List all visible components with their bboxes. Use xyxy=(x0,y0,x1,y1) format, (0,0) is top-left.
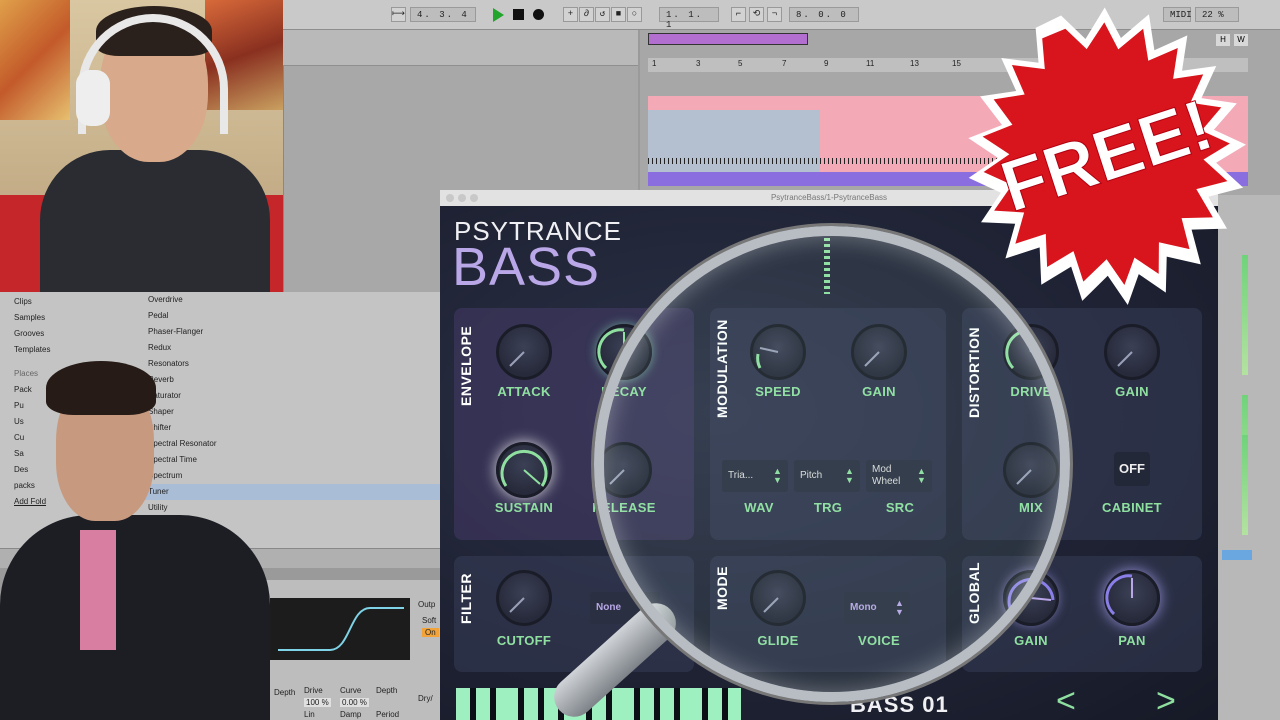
device-label: Outp xyxy=(418,600,436,609)
song-position[interactable]: 4. 3. 4 xyxy=(410,7,476,22)
punch-in-icon[interactable]: ⌐ xyxy=(731,7,746,22)
automation-arm-icon[interactable]: ∂ xyxy=(579,7,594,22)
drive-value[interactable]: 100 % xyxy=(304,698,331,707)
device-label: Dry/ xyxy=(418,694,433,703)
black-key[interactable] xyxy=(490,688,496,720)
black-key[interactable] xyxy=(538,688,544,720)
black-key[interactable] xyxy=(634,688,640,720)
plugin-title-big: BASS xyxy=(452,237,601,297)
ruler-mark: 5 xyxy=(738,59,743,68)
device-label: Soft xyxy=(422,616,437,625)
metronome-icon[interactable]: ○ xyxy=(627,7,642,22)
black-key[interactable] xyxy=(654,688,660,720)
device-label: Curve xyxy=(340,686,362,695)
device-label: Depth xyxy=(274,688,296,697)
device-label: Period xyxy=(376,710,400,719)
curve-display xyxy=(270,598,410,660)
attack-knob[interactable] xyxy=(496,324,552,380)
free-badge: FREE! xyxy=(968,7,1246,305)
device-label: Damp xyxy=(340,710,362,719)
presenter-hair xyxy=(46,361,156,415)
stop-button[interactable] xyxy=(513,9,524,20)
ruler-mark: 7 xyxy=(782,59,787,68)
black-key[interactable] xyxy=(702,688,708,720)
suit-body xyxy=(0,515,270,720)
filter-label: FILTER xyxy=(458,573,474,624)
ruler-mark: 3 xyxy=(696,59,701,68)
session-record-icon[interactable]: ■ xyxy=(611,7,626,22)
record-button[interactable] xyxy=(533,9,544,20)
list-item[interactable]: Redux xyxy=(120,340,440,356)
next-preset-button[interactable]: > xyxy=(1156,682,1176,720)
device-chain: Outp Soft On Depth Drive Curve Depth 100… xyxy=(250,580,440,720)
global-gain-label: GAIN xyxy=(1014,633,1048,648)
volume-slider[interactable] xyxy=(1222,550,1252,560)
headphone-cup xyxy=(76,70,110,126)
black-key[interactable] xyxy=(518,688,524,720)
pan-knob[interactable] xyxy=(1104,570,1160,626)
punch-out-icon[interactable]: ¬ xyxy=(767,7,782,22)
black-key[interactable] xyxy=(722,688,728,720)
close-icon[interactable] xyxy=(446,194,454,202)
black-key[interactable] xyxy=(674,688,680,720)
transfer-curve xyxy=(278,607,404,651)
meter xyxy=(1242,435,1248,535)
ruler-mark: 11 xyxy=(866,59,875,68)
scroll-overview[interactable] xyxy=(648,33,808,45)
browser-item-clips[interactable]: Clips xyxy=(14,294,114,310)
ruler-mark: 1 xyxy=(652,59,657,68)
sustain-knob[interactable] xyxy=(496,442,552,498)
browser-item-samples[interactable]: Samples xyxy=(14,310,114,326)
sustain-label: SUSTAIN xyxy=(494,500,554,515)
overdub-icon[interactable]: + xyxy=(563,7,578,22)
device-label: Depth xyxy=(376,686,398,695)
cabinet-toggle[interactable]: OFF xyxy=(1114,452,1150,486)
presenter-cutout xyxy=(0,355,270,720)
prev-preset-button[interactable]: < xyxy=(1056,682,1076,720)
list-item[interactable]: Phaser-Flanger xyxy=(120,324,440,340)
follow-icon[interactable]: ⟼ xyxy=(391,7,406,22)
loop-length[interactable]: 8. 0. 0 xyxy=(789,7,859,22)
minimize-icon[interactable] xyxy=(458,194,466,202)
plugin-window-title: PsytranceBass/1-PsytranceBass xyxy=(770,193,888,202)
cutoff-knob[interactable] xyxy=(496,570,552,626)
loop-start[interactable]: 1. 1. 1 xyxy=(659,7,719,30)
list-item[interactable]: Overdrive xyxy=(120,292,440,308)
ruler-mark: 9 xyxy=(824,59,829,68)
shirt-collar xyxy=(80,530,116,650)
re-enable-icon[interactable]: ↺ xyxy=(595,7,610,22)
device-label: Lin xyxy=(304,710,315,719)
zoom-icon[interactable] xyxy=(470,194,478,202)
loop-switch-icon[interactable]: ⟲ xyxy=(749,7,764,22)
curve-value[interactable]: 0.00 % xyxy=(340,698,369,707)
device-label: Drive xyxy=(304,686,323,695)
cabinet-label: CABINET xyxy=(1102,500,1162,515)
attack-label: ATTACK xyxy=(497,384,551,399)
webcam-host xyxy=(0,0,283,292)
envelope-label: ENVELOPE xyxy=(458,325,474,406)
dist-gain-label: GAIN xyxy=(1115,384,1149,399)
cutoff-label: CUTOFF xyxy=(496,633,552,648)
dist-gain-knob[interactable] xyxy=(1104,324,1160,380)
black-key[interactable] xyxy=(470,688,476,720)
painting-decor xyxy=(0,0,70,120)
pan-label: PAN xyxy=(1118,633,1146,648)
browser-item-grooves[interactable]: Grooves xyxy=(14,326,114,342)
device-toggle[interactable]: On xyxy=(422,628,439,637)
ruler-mark: 13 xyxy=(910,59,919,68)
track-header-strip xyxy=(283,30,638,66)
play-button[interactable] xyxy=(493,8,504,22)
list-item[interactable]: Pedal xyxy=(120,308,440,324)
host-body xyxy=(40,150,270,292)
